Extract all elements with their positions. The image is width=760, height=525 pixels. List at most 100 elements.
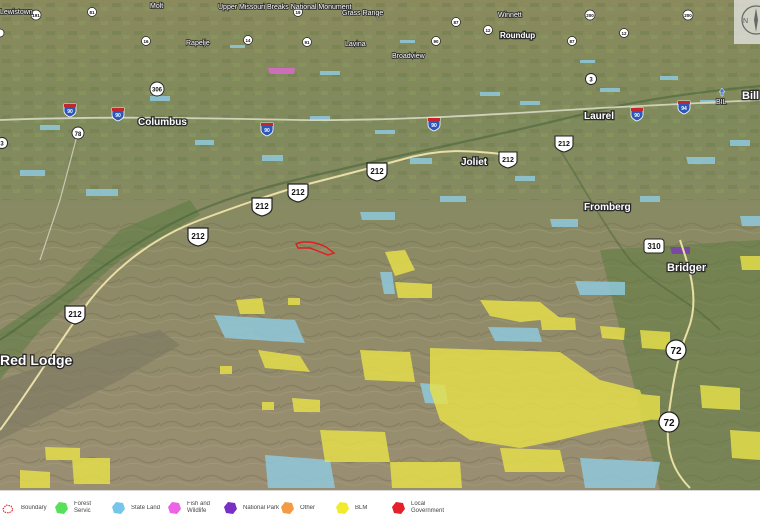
terrain-map[interactable]: 212 212 212 212 212 212 212 72 72 310 78 [0, 0, 760, 490]
legend-label-blm: BLM [355, 504, 368, 511]
shield-r16: 16 [141, 36, 151, 46]
town-label-joliet: Joliet [461, 157, 488, 168]
shield-us212-f: 212 [498, 151, 518, 169]
legend-swatch-forest-icon [53, 500, 69, 516]
town-label-lewistown: Lewistown [0, 9, 33, 16]
shield-i90-b: 90 [111, 107, 125, 122]
shield-mt72-a: 72 [665, 339, 687, 361]
svg-text:14: 14 [245, 38, 251, 43]
svg-text:200: 200 [586, 13, 594, 18]
town-label-billings: Bill [742, 90, 759, 102]
shield-us212-e: 212 [366, 162, 388, 182]
shield-mt310: 310 [643, 238, 665, 254]
town-label-lavina: Lavina [345, 41, 366, 48]
legend-label-boundary: Boundary [21, 504, 47, 511]
shield-r306: 306 [149, 81, 165, 97]
svg-text:212: 212 [68, 310, 82, 319]
legend-label-local-government: Local Government [411, 501, 445, 514]
svg-text:212: 212 [502, 157, 514, 164]
compass-widget[interactable]: N [734, 0, 760, 44]
shield-r3-a: 3 [585, 73, 597, 85]
shield-r91: 91 [302, 37, 312, 47]
svg-text:12: 12 [621, 31, 627, 36]
shield-r212-laurel: 212 [554, 135, 574, 153]
legend-swatch-fish-icon [166, 500, 182, 516]
legend-item-local-government: Local Government [390, 498, 444, 518]
shield-r87b: 87 [567, 36, 577, 46]
shield-i90-d: 90 [427, 117, 441, 132]
national-park-parcel [670, 247, 690, 254]
town-label-broadview: Broadview [392, 53, 426, 60]
town-label-roundup: Roundup [500, 31, 535, 40]
svg-text:12: 12 [485, 28, 491, 33]
legend-item-state-land: State Land [110, 498, 160, 518]
legend-label-state-land: State Land [131, 504, 161, 511]
shield-r81: 81 [87, 7, 97, 17]
shield-mt78: 78 [71, 126, 85, 140]
land-ownership-legend: Boundary Forest Servic State Land Fish a… [0, 490, 760, 525]
legend-item-other: Other [279, 498, 315, 518]
svg-text:212: 212 [370, 167, 384, 176]
fish-wildlife-parcel [268, 68, 295, 74]
legend-label-forest-service: Forest Servic [74, 501, 92, 514]
legend-swatch-other-icon [279, 500, 295, 516]
svg-text:212: 212 [291, 188, 305, 197]
svg-text:72: 72 [663, 418, 675, 429]
shield-r87: 87 [451, 17, 461, 27]
town-label-bridger: Bridger [667, 262, 707, 274]
legend-item-boundary: Boundary [0, 498, 47, 518]
shield-i90-c: 90 [260, 122, 274, 137]
svg-text:191: 191 [32, 13, 40, 18]
shield-r12: 12 [483, 25, 493, 35]
town-label-rapelje: Rapelje [186, 40, 210, 47]
svg-text:90: 90 [431, 123, 437, 129]
svg-text:212: 212 [558, 141, 570, 148]
legend-swatch-boundary-icon [0, 500, 16, 516]
legend-label-other: Other [300, 504, 316, 511]
shield-us212-d: 212 [287, 183, 309, 203]
legend-item-national-park: National Park [222, 498, 279, 518]
svg-text:200: 200 [684, 13, 692, 18]
shield-mt72-b: 72 [658, 411, 680, 433]
shield-us212-a: 212 [64, 305, 86, 325]
town-label-red-lodge: Red Lodge [0, 352, 73, 368]
svg-text:81: 81 [89, 10, 95, 15]
svg-text:212: 212 [255, 202, 269, 211]
legend-swatch-state-icon [110, 500, 126, 516]
town-label-winnett: Winnett [498, 12, 522, 19]
shield-r200b: 200 [682, 9, 694, 21]
town-label-grass-range: Grass Range [342, 10, 383, 17]
svg-text:90: 90 [264, 128, 270, 134]
svg-text:16: 16 [143, 39, 149, 44]
shield-i90-e: 90 [630, 107, 644, 122]
svg-text:90: 90 [67, 109, 73, 115]
shield-r200: 200 [584, 9, 596, 21]
svg-text:310: 310 [647, 242, 661, 251]
town-label-columbus: Columbus [138, 117, 187, 128]
legend-item-forest-service: Forest Servic [53, 498, 108, 518]
svg-text:72: 72 [670, 346, 682, 357]
svg-text:87: 87 [569, 39, 575, 44]
svg-text:90: 90 [634, 113, 640, 119]
svg-text:90: 90 [115, 113, 121, 119]
legend-swatch-blm-icon [334, 500, 350, 516]
svg-text:78: 78 [75, 132, 82, 138]
shield-r90: 90 [431, 36, 441, 46]
legend-label-fish-wildlife: Fish and Wildlife [187, 501, 211, 514]
shield-i94: 94 [677, 100, 691, 115]
town-label-bil-airport: BIL [716, 99, 727, 106]
legend-item-blm: BLM [334, 498, 367, 518]
town-label-fromberg: Fromberg [584, 202, 631, 213]
legend-label-national-park: National Park [243, 504, 280, 511]
compass-letter: N [743, 18, 748, 25]
svg-text:94: 94 [681, 106, 687, 112]
shield-us212-c: 212 [251, 197, 273, 217]
legend-item-fish-wildlife: Fish and Wildlife [166, 498, 210, 518]
shield-us212-b: 212 [187, 227, 209, 247]
town-label-molt: Molt [150, 3, 163, 10]
shield-r14: 14 [243, 35, 253, 45]
legend-swatch-local-gov-icon [390, 500, 406, 516]
svg-text:87: 87 [453, 20, 459, 25]
shield-r3-b: 3 [0, 137, 8, 149]
shield-i90-a: 90 [63, 103, 77, 118]
